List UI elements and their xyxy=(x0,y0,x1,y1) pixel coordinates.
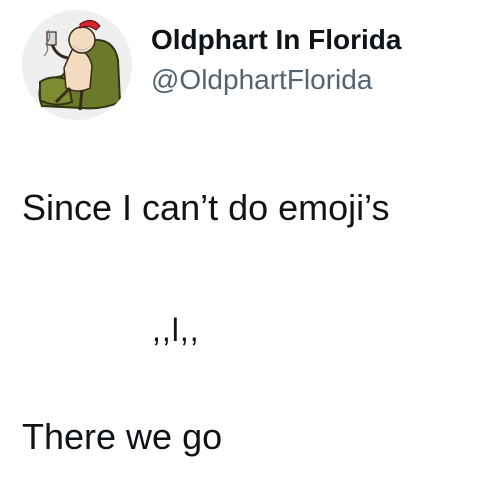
tweet-text-line: Since I can’t do emoji’s xyxy=(22,187,390,228)
tweet-text-line: There we go xyxy=(22,416,223,457)
tweet-text-line: ,,l,, xyxy=(152,312,200,348)
author-display-name[interactable]: Oldphart In Florida xyxy=(151,24,401,56)
author-handle[interactable]: @OldphartFlorida xyxy=(151,64,372,96)
cartoon-avatar-icon xyxy=(22,10,132,120)
author-avatar[interactable] xyxy=(22,10,132,120)
